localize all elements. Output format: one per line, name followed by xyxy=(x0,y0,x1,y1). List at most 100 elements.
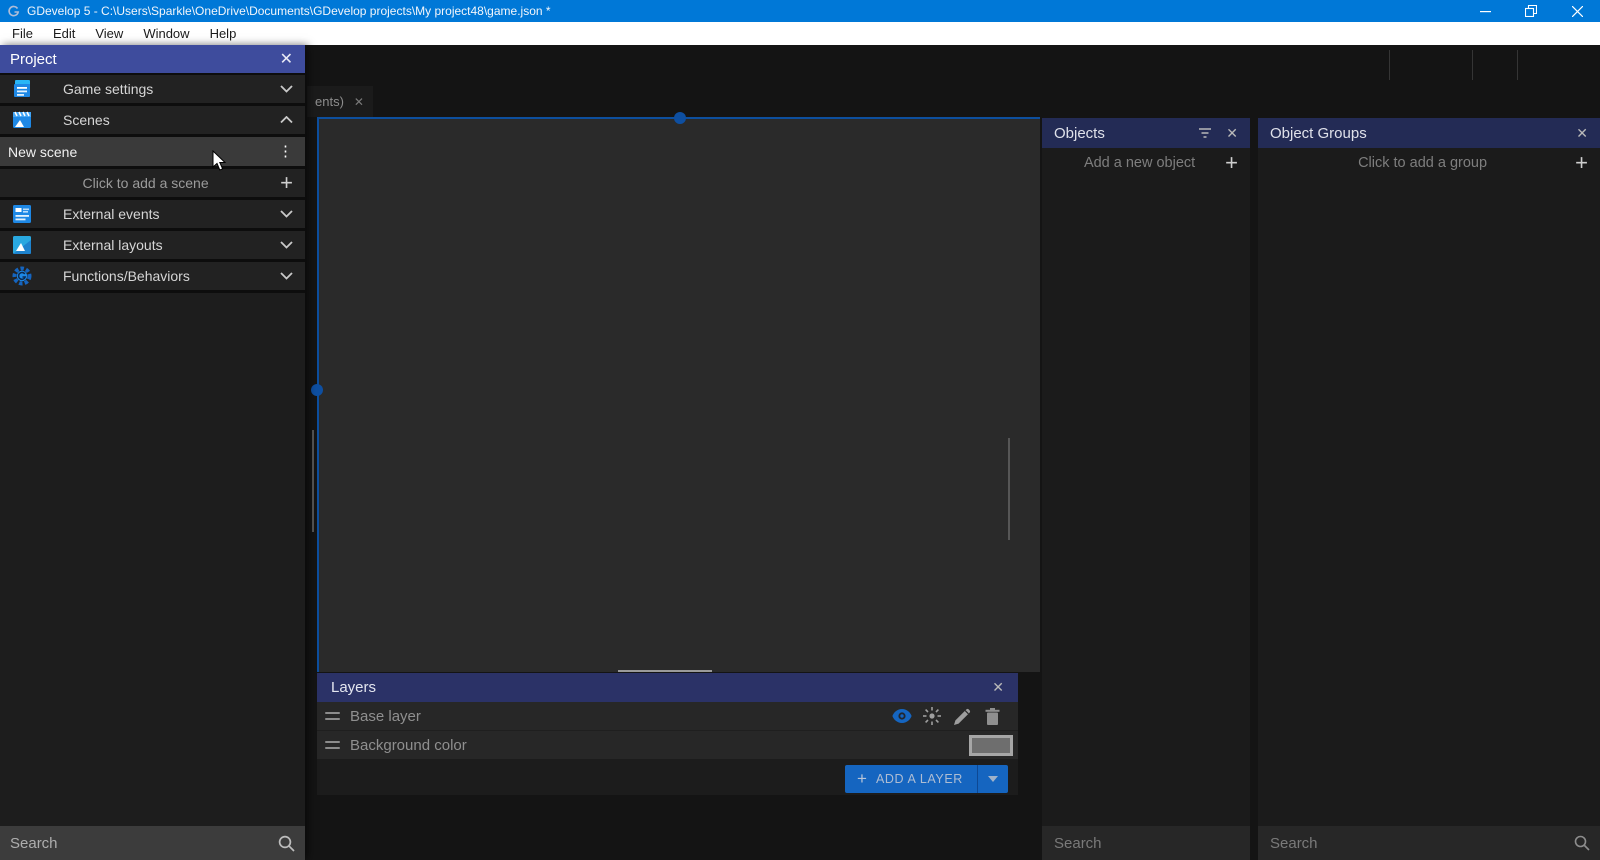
menubar: File Edit View Window Help xyxy=(0,22,1600,45)
section-functions-behaviors[interactable]: Functions/Behaviors xyxy=(0,262,305,290)
project-panel: Project ✕ Game settings Scenes New scene… xyxy=(0,45,305,860)
functions-behaviors-icon xyxy=(11,265,33,287)
project-close-icon[interactable]: ✕ xyxy=(280,49,293,69)
groups-search-bar xyxy=(1258,826,1600,860)
layer-drag-handle-icon[interactable] xyxy=(325,741,340,749)
layer-effects-icon[interactable] xyxy=(917,702,947,730)
project-panel-title: Project xyxy=(10,51,280,68)
objects-search-bar xyxy=(1042,826,1250,860)
layers-list: Base layer Background color xyxy=(317,702,1018,759)
chevron-up-icon xyxy=(280,116,293,124)
chevron-down-icon xyxy=(280,241,293,249)
section-label: Functions/Behaviors xyxy=(63,268,280,284)
mouse-cursor xyxy=(212,150,228,177)
titlebar: GDevelop 5 - C:\Users\Sparkle\OneDrive\D… xyxy=(0,0,1600,22)
section-scenes[interactable]: Scenes xyxy=(0,106,305,134)
objects-panel-header: Objects ✕ xyxy=(1042,118,1250,148)
external-events-icon xyxy=(11,203,33,225)
plus-icon: + xyxy=(857,769,867,789)
layer-edit-pencil-icon[interactable] xyxy=(947,702,977,730)
layer-row-background-color[interactable]: Background color xyxy=(317,731,1018,759)
layers-close-icon[interactable]: ✕ xyxy=(992,679,1004,696)
canvas-scrollbar[interactable] xyxy=(1008,438,1010,540)
layer-delete-trash-icon[interactable] xyxy=(977,702,1007,730)
add-group-label: Click to add a group xyxy=(1270,155,1575,171)
object-groups-panel-header: Object Groups ✕ xyxy=(1258,118,1600,148)
window-title: GDevelop 5 - C:\Users\Sparkle\OneDrive\D… xyxy=(27,4,551,18)
menu-view[interactable]: View xyxy=(85,22,133,45)
search-icon xyxy=(278,835,295,852)
add-layer-button[interactable]: + ADD A LAYER xyxy=(845,765,1008,793)
layer-name: Background color xyxy=(350,737,467,754)
events-editor-tab[interactable]: ents) ✕ xyxy=(307,86,373,117)
menu-file[interactable]: File xyxy=(2,22,43,45)
objects-panel: Objects ✕ Add a new object + xyxy=(1042,118,1250,860)
add-group-plus-icon[interactable]: + xyxy=(1575,153,1588,173)
project-search-input[interactable] xyxy=(8,834,278,853)
add-scene-plus-icon[interactable]: + xyxy=(280,173,293,193)
add-group-row[interactable]: Click to add a group + xyxy=(1258,148,1600,178)
layer-visibility-eye-icon[interactable] xyxy=(887,702,917,730)
project-tree: Game settings Scenes New scene ⋮ Click t… xyxy=(0,73,305,293)
restore-button[interactable] xyxy=(1508,0,1554,22)
objects-panel-title: Objects xyxy=(1054,125,1192,142)
objects-close-icon[interactable]: ✕ xyxy=(1226,125,1238,142)
scene-options-kebab-icon[interactable]: ⋮ xyxy=(278,145,293,159)
toolbar-divider xyxy=(1517,50,1518,80)
add-layer-dropdown-arrow[interactable] xyxy=(977,765,1008,793)
external-layouts-icon xyxy=(11,234,33,256)
layer-name: Base layer xyxy=(350,708,421,725)
layers-panel-resize-handle[interactable] xyxy=(618,670,712,672)
toolbar-divider xyxy=(1472,50,1473,80)
scenes-icon xyxy=(11,109,33,131)
add-layer-label: ADD A LAYER xyxy=(876,772,963,786)
layer-drag-handle-icon[interactable] xyxy=(325,712,340,720)
chevron-down-icon xyxy=(280,272,293,280)
menu-help[interactable]: Help xyxy=(200,22,247,45)
objects-search-input[interactable] xyxy=(1052,834,1255,853)
selection-handle-top[interactable] xyxy=(674,112,686,124)
scene-item-label: New scene xyxy=(8,144,278,160)
object-groups-close-icon[interactable]: ✕ xyxy=(1576,125,1588,142)
layers-panel-header: Layers ✕ xyxy=(317,673,1018,702)
menu-window[interactable]: Window xyxy=(133,22,199,45)
object-groups-panel-title: Object Groups xyxy=(1270,125,1576,142)
layers-panel-title: Layers xyxy=(331,679,992,696)
close-window-button[interactable] xyxy=(1554,0,1600,22)
section-label: External layouts xyxy=(63,237,280,253)
scene-editor-canvas[interactable] xyxy=(317,117,1040,672)
game-settings-icon xyxy=(11,78,33,100)
tab-label: ents) xyxy=(315,94,344,109)
section-external-events[interactable]: External events xyxy=(0,200,305,228)
chevron-down-icon xyxy=(280,210,293,218)
tab-close-icon[interactable]: ✕ xyxy=(354,95,364,109)
search-icon xyxy=(1574,835,1590,851)
add-object-plus-icon[interactable]: + xyxy=(1225,153,1238,173)
add-object-row[interactable]: Add a new object + xyxy=(1042,148,1250,178)
scene-item-new-scene[interactable]: New scene ⋮ xyxy=(0,137,305,166)
section-label: Game settings xyxy=(63,81,280,97)
object-groups-panel: Object Groups ✕ Click to add a group + xyxy=(1258,118,1600,860)
minimize-button[interactable] xyxy=(1462,0,1508,22)
chevron-down-icon xyxy=(280,85,293,93)
menu-edit[interactable]: Edit xyxy=(43,22,85,45)
toolbar-divider xyxy=(1389,50,1390,80)
groups-search-input[interactable] xyxy=(1268,834,1574,853)
add-scene-row[interactable]: Click to add a scene + xyxy=(0,169,305,197)
gdevelop-logo-icon xyxy=(6,4,20,18)
objects-filter-icon[interactable] xyxy=(1192,119,1218,147)
window-controls xyxy=(1462,0,1600,22)
selection-handle-left[interactable] xyxy=(311,384,323,396)
add-layer-button-main[interactable]: + ADD A LAYER xyxy=(845,765,977,793)
add-scene-label: Click to add a scene xyxy=(11,175,280,191)
layers-panel-footer: + ADD A LAYER xyxy=(317,759,1018,795)
section-label: Scenes xyxy=(63,112,280,128)
section-game-settings[interactable]: Game settings xyxy=(0,75,305,103)
project-search-bar xyxy=(0,826,305,860)
project-panel-header: Project ✕ xyxy=(0,45,305,73)
background-color-swatch[interactable] xyxy=(969,735,1013,756)
add-object-label: Add a new object xyxy=(1054,155,1225,171)
layer-row-base[interactable]: Base layer xyxy=(317,702,1018,730)
section-external-layouts[interactable]: External layouts xyxy=(0,231,305,259)
project-panel-scrollbar[interactable] xyxy=(312,430,314,532)
